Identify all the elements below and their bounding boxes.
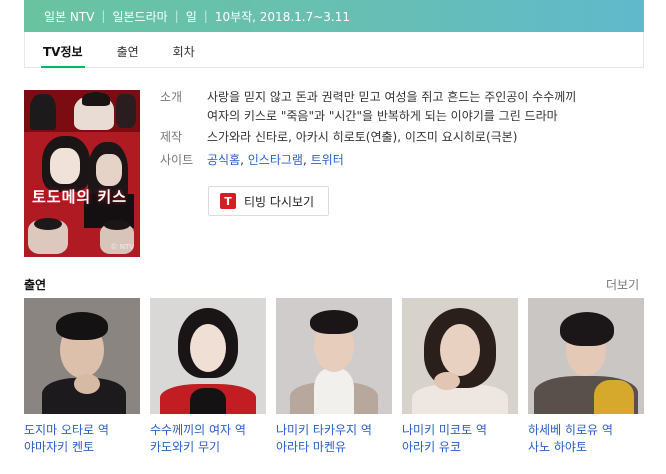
production-label: 제작 bbox=[160, 130, 183, 144]
site-link-official[interactable]: 공식홈 bbox=[207, 153, 240, 167]
tving-logo-icon: T bbox=[220, 193, 236, 209]
site-links: 공식홈, 인스타그램, 트위터 bbox=[207, 151, 344, 170]
channel-text: 일본 NTV bbox=[44, 9, 95, 24]
cast-card[interactable]: 하세베 히로유 역 사노 하야토 bbox=[528, 298, 644, 456]
cast-actor[interactable]: 아라키 유코 bbox=[402, 439, 518, 456]
cast-role[interactable]: 나미키 타카우지 역 bbox=[276, 422, 392, 439]
tab-bar: TV정보 출연 회차 bbox=[24, 32, 644, 68]
program-header-bar: 일본 NTV | 일본드라마 | 일 | 10부작, 2018.1.7~3.11 bbox=[24, 0, 644, 32]
tab-episodes[interactable]: 회차 bbox=[173, 32, 195, 67]
cast-photo[interactable] bbox=[528, 298, 644, 414]
intro-label: 소개 bbox=[160, 90, 183, 104]
cast-section-title: 출연 bbox=[24, 278, 47, 292]
tving-button-label: 티빙 다시보기 bbox=[244, 194, 315, 209]
cast-card[interactable]: 나미키 미코토 역 아라키 유코 bbox=[402, 298, 518, 456]
tving-replay-button[interactable]: T 티빙 다시보기 bbox=[208, 186, 329, 216]
cast-role[interactable]: 수수께끼의 여자 역 bbox=[150, 422, 266, 439]
production-row: 제작 스가와라 신타로, 아카시 히로토(연출), 이즈미 요시히로(극본) bbox=[160, 128, 517, 147]
separator: | bbox=[174, 9, 179, 23]
tab-tv-info[interactable]: TV정보 bbox=[41, 32, 85, 68]
intro-line: 여자의 키스로 "죽음"과 "시간"을 반복하게 되는 이야기를 그린 드라마 bbox=[207, 109, 558, 123]
site-row: 사이트 공식홈, 인스타그램, 트위터 bbox=[160, 151, 344, 170]
cast-card[interactable]: 수수께끼의 여자 역 카도와키 무기 bbox=[150, 298, 266, 456]
intro-text: 사랑을 믿지 않고 돈과 권력만 믿고 여성을 쥐고 흔드는 주인공이 수수께끼… bbox=[207, 88, 576, 126]
site-separator: , bbox=[302, 153, 311, 167]
site-separator: , bbox=[240, 153, 248, 167]
site-label: 사이트 bbox=[160, 153, 194, 167]
tab-cast[interactable]: 출연 bbox=[117, 32, 139, 67]
poster-title: 토도메의 키스 bbox=[32, 188, 128, 206]
cast-actor[interactable]: 카도와키 무기 bbox=[150, 439, 266, 456]
site-link-twitter[interactable]: 트위터 bbox=[311, 153, 344, 167]
poster-credit: © NTV bbox=[110, 243, 134, 251]
site-link-instagram[interactable]: 인스타그램 bbox=[248, 153, 303, 167]
intro-row: 소개 사랑을 믿지 않고 돈과 권력만 믿고 여성을 쥐고 흔드는 주인공이 수… bbox=[160, 88, 576, 126]
intro-line: 사랑을 믿지 않고 돈과 권력만 믿고 여성을 쥐고 흔드는 주인공이 수수께끼 bbox=[207, 90, 577, 104]
cast-photo[interactable] bbox=[150, 298, 266, 414]
cast-role[interactable]: 하세베 히로유 역 bbox=[528, 422, 644, 439]
cast-photo[interactable] bbox=[402, 298, 518, 414]
cast-role[interactable]: 도지마 오타로 역 bbox=[24, 422, 140, 439]
cast-actor[interactable]: 야마자키 켄토 bbox=[24, 439, 140, 456]
genre-text: 일본드라마 bbox=[112, 9, 168, 24]
cast-photo[interactable] bbox=[276, 298, 392, 414]
drama-poster[interactable]: 토도메의 키스 © NTV bbox=[24, 90, 140, 257]
cast-card[interactable]: 도지마 오타로 역 야마자키 켄토 bbox=[24, 298, 140, 456]
separator: | bbox=[101, 9, 106, 23]
production-text: 스가와라 신타로, 아카시 히로토(연출), 이즈미 요시히로(극본) bbox=[207, 130, 518, 144]
episode-info-text: 10부작, 2018.1.7~3.11 bbox=[214, 9, 351, 24]
cast-actor[interactable]: 사노 하야토 bbox=[528, 439, 644, 456]
cast-role[interactable]: 나미키 미코토 역 bbox=[402, 422, 518, 439]
cast-actor[interactable]: 아라타 마켄유 bbox=[276, 439, 392, 456]
separator: | bbox=[203, 9, 208, 23]
cast-card[interactable]: 나미키 타카우지 역 아라타 마켄유 bbox=[276, 298, 392, 456]
day-text: 일 bbox=[185, 9, 197, 24]
cast-photo[interactable] bbox=[24, 298, 140, 414]
more-link[interactable]: 더보기 bbox=[606, 276, 639, 293]
